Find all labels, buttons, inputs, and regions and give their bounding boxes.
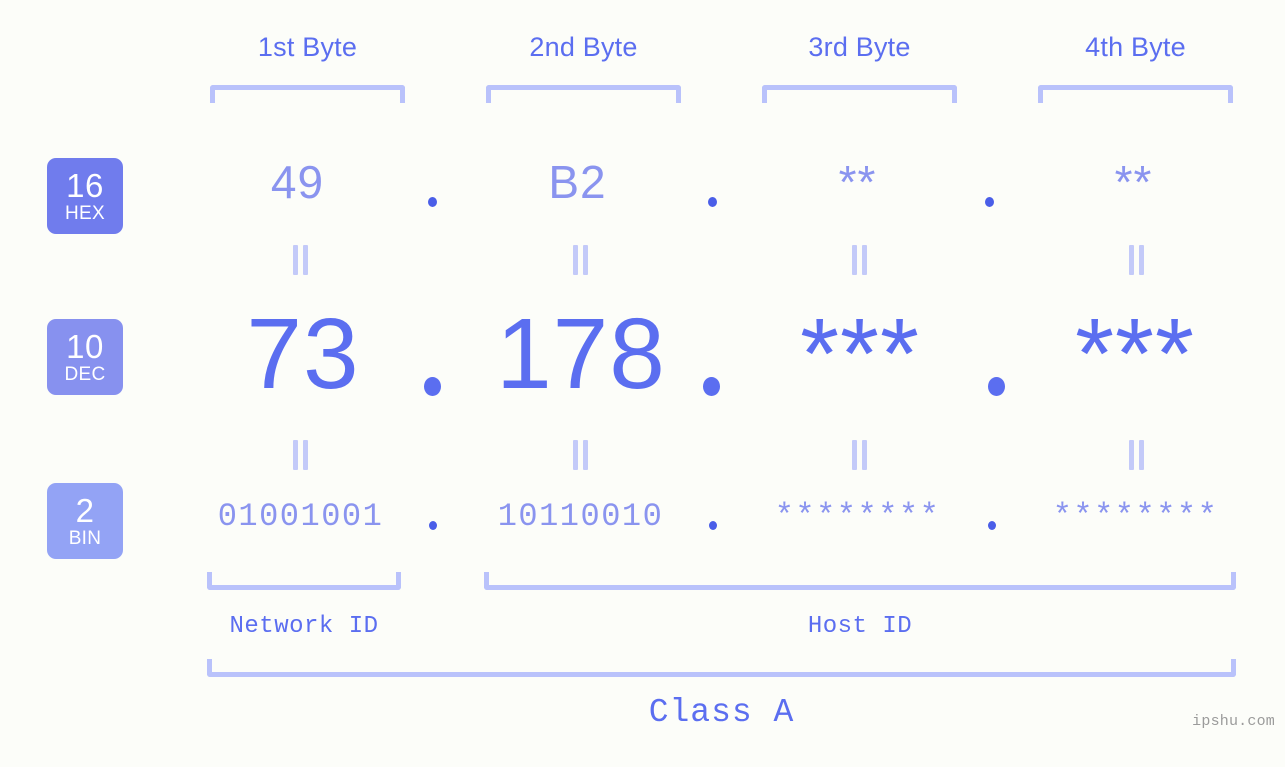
bin-byte-value-3: ********	[774, 498, 941, 535]
hex-byte-value-2: B2	[548, 156, 607, 208]
base-badge-bin-name: BIN	[68, 528, 102, 549]
dec-separator-dot-2	[703, 377, 720, 396]
bin-separator-dot-3	[988, 521, 996, 530]
hex-separator-dot-1	[428, 197, 437, 207]
base-badge-hex-name: HEX	[65, 203, 105, 224]
equals-connector-dec-bin-4	[1128, 440, 1146, 470]
byte-header-label-1: 1st Byte	[257, 32, 358, 62]
byte-bracket-2	[486, 85, 681, 103]
hex-byte-value-1: 49	[270, 156, 325, 208]
base-badge-hex-number: 16	[66, 167, 104, 204]
bin-separator-dot-2	[709, 521, 717, 530]
bin-byte-value-4: ********	[1052, 498, 1219, 535]
byte-header-label-2: 2nd Byte	[529, 32, 638, 62]
equals-connector-hex-dec-1	[292, 245, 310, 275]
network-id-bracket	[207, 572, 401, 590]
base-badge-hex: 16 HEX	[47, 158, 123, 234]
equals-connector-hex-dec-4	[1128, 245, 1146, 275]
hex-separator-dot-3	[985, 197, 994, 207]
host-id-bracket	[484, 572, 1236, 590]
equals-connector-hex-dec-2	[572, 245, 590, 275]
byte-header-label-4: 4th Byte	[1085, 32, 1186, 62]
byte-bracket-4	[1038, 85, 1233, 103]
equals-connector-dec-bin-1	[292, 440, 310, 470]
byte-bracket-1	[210, 85, 405, 103]
dec-separator-dot-3	[988, 377, 1005, 396]
byte-bracket-3	[762, 85, 957, 103]
dec-byte-value-2: 178	[496, 298, 666, 410]
dec-byte-value-1: 73	[246, 298, 360, 410]
hex-separator-dot-2	[708, 197, 717, 207]
dec-byte-value-4: ***	[1075, 298, 1195, 410]
ip-byte-breakdown-diagram: 1st Byte 2nd Byte 3rd Byte 4th Byte 16 H…	[0, 0, 1285, 767]
class-label: Class A	[648, 694, 795, 731]
base-badge-dec-number: 10	[66, 328, 104, 365]
class-bracket	[207, 659, 1236, 677]
bin-byte-value-2: 10110010	[497, 498, 664, 535]
watermark: ipshu.com	[1192, 713, 1275, 730]
bin-separator-dot-1	[429, 521, 437, 530]
base-badge-bin: 2 BIN	[47, 483, 123, 559]
base-badge-dec-name: DEC	[64, 364, 106, 385]
equals-connector-hex-dec-3	[851, 245, 869, 275]
host-id-label: Host ID	[807, 613, 913, 640]
hex-byte-value-4: **	[1114, 156, 1153, 208]
dec-byte-value-3: ***	[800, 298, 920, 410]
bin-byte-value-1: 01001001	[217, 498, 384, 535]
equals-connector-dec-bin-2	[572, 440, 590, 470]
byte-header-label-3: 3rd Byte	[808, 32, 911, 62]
base-badge-bin-number: 2	[75, 492, 95, 529]
base-badge-dec: 10 DEC	[47, 319, 123, 395]
dec-separator-dot-1	[424, 377, 441, 396]
equals-connector-dec-bin-3	[851, 440, 869, 470]
network-id-label: Network ID	[229, 613, 379, 640]
hex-byte-value-3: **	[838, 156, 877, 208]
